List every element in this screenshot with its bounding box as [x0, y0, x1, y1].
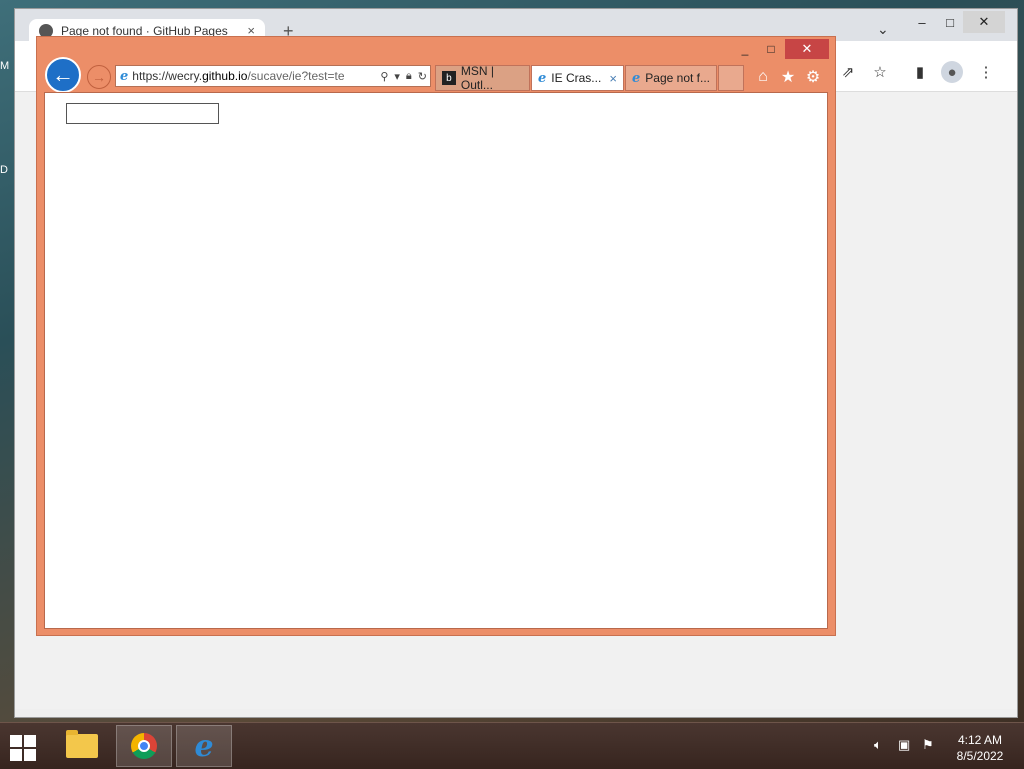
msn-icon: b	[442, 71, 456, 85]
ie-tab-title: IE Cras...	[551, 71, 602, 85]
start-button[interactable]	[8, 733, 38, 761]
star-icon[interactable]: ☆	[869, 61, 891, 83]
volume-muted-icon[interactable]: 🔈︎	[874, 737, 882, 753]
forward-arrow-icon: →	[92, 69, 106, 85]
refresh-icon[interactable]: ↻	[418, 70, 427, 83]
ie-maximize-button[interactable]: □	[759, 39, 783, 59]
back-arrow-icon: ←	[52, 62, 74, 87]
desktop-label-1: M	[0, 60, 10, 72]
ie-tab-msn[interactable]: b MSN | Outl...	[435, 64, 530, 92]
ie-page-content	[44, 92, 828, 629]
favorites-icon[interactable]: ★	[778, 67, 798, 87]
ie-tab-active[interactable]: e IE Cras... ×	[531, 65, 624, 91]
menu-icon[interactable]: ⋮	[975, 61, 997, 83]
dropdown-icon[interactable]: ▾	[394, 70, 400, 83]
profile-icon[interactable]: ●	[941, 61, 963, 83]
desktop-label-2: D	[0, 164, 8, 176]
lock-icon[interactable]: 🔒︎	[406, 70, 412, 83]
back-button[interactable]: ←	[45, 57, 81, 93]
address-bar[interactable]: e https://wecry.github.io/sucave/ie?test…	[115, 65, 431, 87]
chrome-taskbar-button[interactable]	[116, 725, 172, 767]
ie-close-button[interactable]: ✕	[785, 39, 829, 59]
file-explorer-taskbar-button[interactable]	[54, 725, 110, 767]
ie-minimize-button[interactable]: _	[735, 39, 755, 59]
taskbar: e 🔈︎ ▣ ⚑	[0, 722, 1024, 769]
sidepanel-icon[interactable]: ▮	[909, 61, 931, 83]
tab-search-icon[interactable]: ⌄	[877, 21, 889, 38]
ie-tab-title: Page not f...	[645, 71, 710, 85]
action-center-icon[interactable]: ⚑	[922, 737, 934, 753]
url-path: /sucave/ie?test=te	[247, 69, 345, 83]
address-url[interactable]: https://wecry.github.io/sucave/ie?test=t…	[132, 69, 377, 83]
tab-close-icon[interactable]: ×	[609, 71, 617, 86]
taskbar-clock[interactable]: 4:12 AM 8/5/2022	[948, 732, 1012, 764]
ie-tab-title: MSN | Outl...	[460, 64, 495, 92]
chrome-icon	[131, 733, 157, 759]
ie-icon: e	[632, 70, 641, 86]
network-icon[interactable]: ▣	[898, 737, 910, 753]
clock-time: 4:12 AM	[957, 733, 1003, 747]
ie-page-icon: e	[120, 68, 129, 84]
url-domain: github.io	[202, 69, 248, 83]
settings-icon[interactable]: ⚙	[803, 67, 823, 87]
url-prefix: https://wecry.	[132, 69, 203, 83]
home-icon[interactable]: ⌂	[753, 67, 773, 87]
ie-icon: e	[538, 70, 547, 86]
clock-date: 8/5/2022	[956, 749, 1004, 763]
new-tab-button[interactable]	[718, 65, 744, 91]
chrome-close-button[interactable]: ✕	[963, 11, 1005, 33]
ie-tab-page-not-found[interactable]: e Page not f...	[625, 65, 717, 91]
ie-icon: e	[194, 728, 214, 764]
ie-window[interactable]: _ □ ✕ ← → e https://wecry.github.io/suca…	[36, 36, 836, 636]
forward-button[interactable]: →	[87, 65, 111, 89]
ie-taskbar-button[interactable]: e	[176, 725, 232, 767]
share-icon[interactable]: ⇗	[837, 61, 859, 83]
search-icon[interactable]: ⚲	[380, 70, 388, 83]
folder-icon	[66, 730, 98, 758]
text-input[interactable]	[66, 103, 219, 124]
